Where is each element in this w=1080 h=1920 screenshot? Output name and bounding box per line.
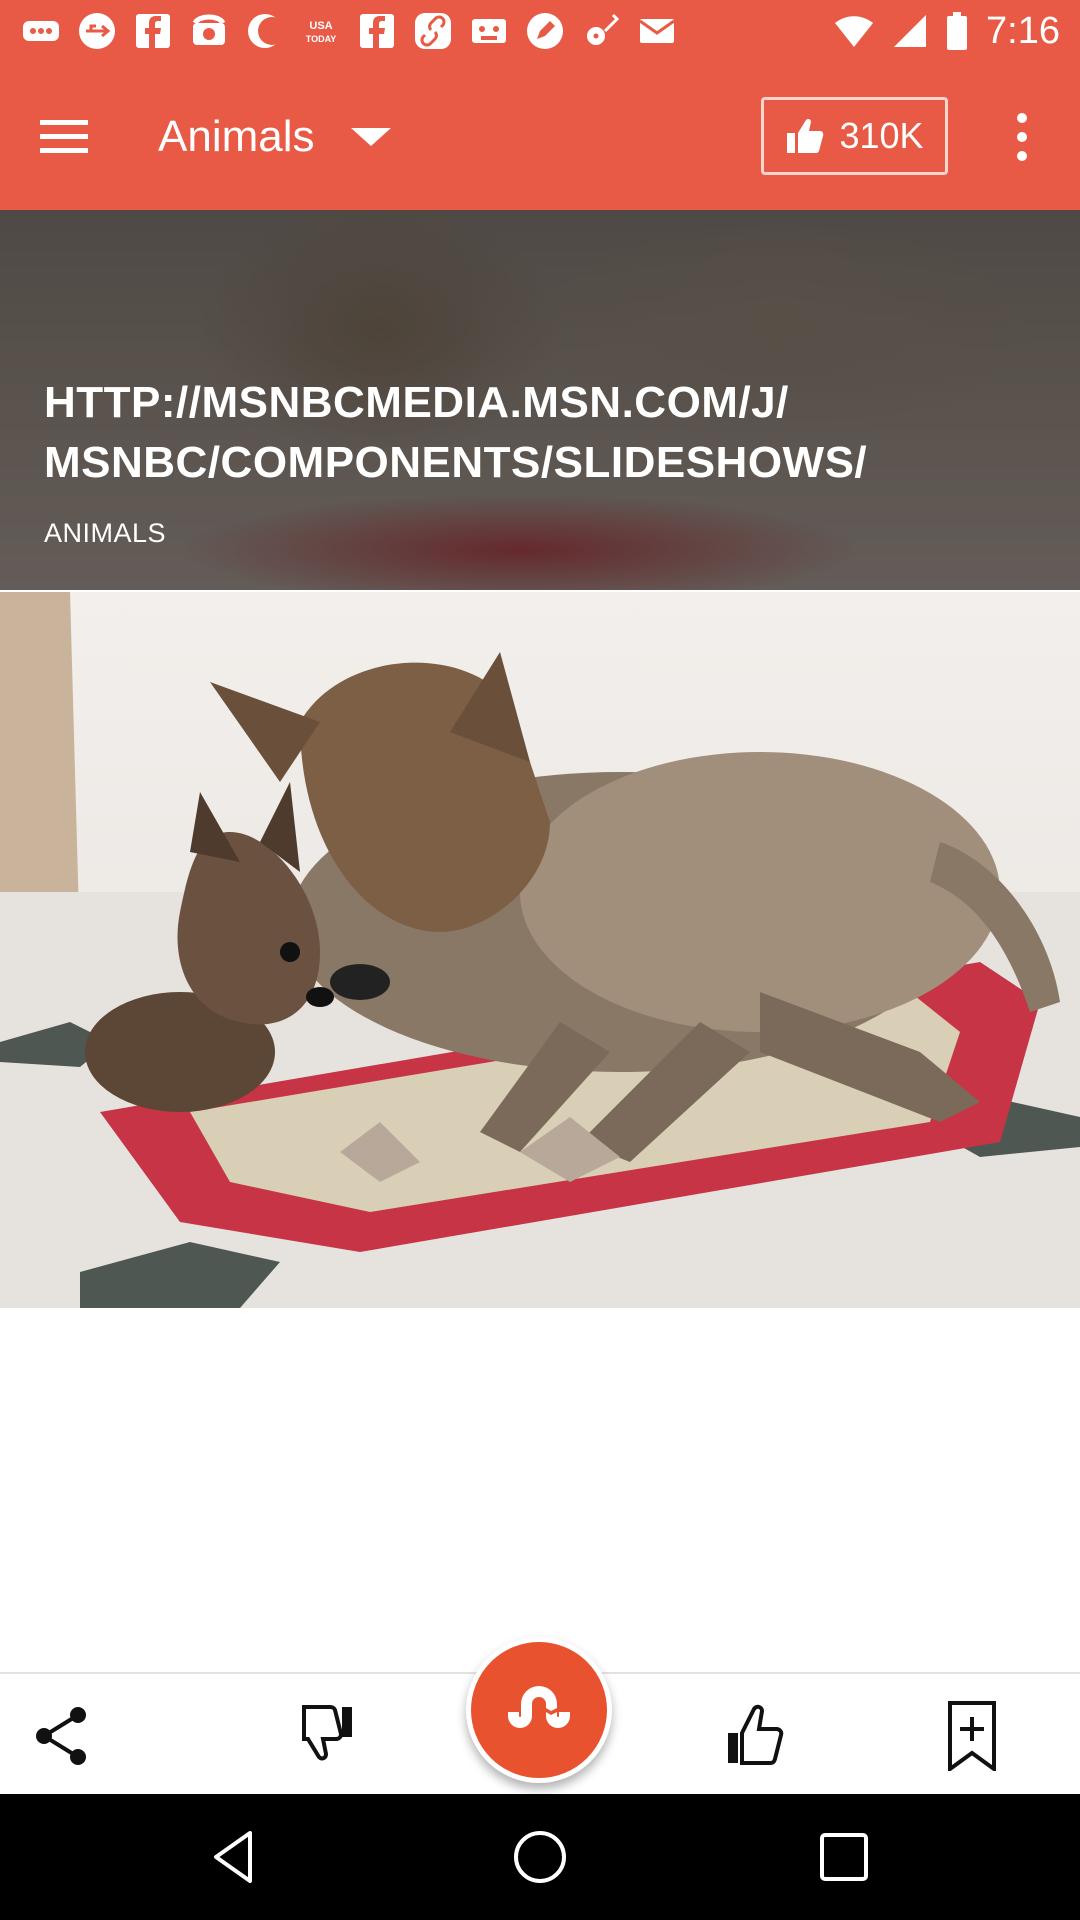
- notification-icons: USA TODAY: [20, 10, 678, 52]
- overflow-menu-button[interactable]: [1004, 102, 1040, 172]
- page-url-line-1: HTTP://MSNBCMEDIA.MSN.COM/J/: [44, 378, 789, 427]
- usb-icon: [76, 10, 118, 52]
- cassette-icon: [468, 10, 510, 52]
- dog-nose: [330, 964, 390, 1000]
- menu-button[interactable]: [40, 108, 96, 164]
- category-label: Animals: [158, 112, 315, 161]
- guitar-icon: [580, 10, 622, 52]
- usa-today-icon: USA TODAY: [300, 10, 342, 52]
- nav-back-button[interactable]: [203, 1824, 269, 1890]
- pencil-icon: [524, 10, 566, 52]
- status-right: 7:16: [834, 10, 1060, 53]
- nav-recents-button[interactable]: [811, 1824, 877, 1890]
- thumbs-down-icon: [302, 1705, 352, 1761]
- signal-icon: [894, 15, 927, 47]
- fawn-nose: [306, 987, 334, 1007]
- moon-icon: [244, 10, 286, 52]
- bookmark-add-button[interactable]: [932, 1696, 1012, 1776]
- bookmark-add-icon: [948, 1701, 996, 1771]
- dislike-button[interactable]: [284, 1696, 364, 1776]
- page-url-title[interactable]: HTTP://MSNBCMEDIA.MSN.COM/J/ MSNBC/COMPO…: [44, 373, 1044, 493]
- svg-text:USA: USA: [309, 20, 332, 32]
- thumbs-up-icon: [728, 1704, 784, 1765]
- chevron-down-icon: [350, 128, 391, 146]
- back-icon: [214, 1831, 252, 1883]
- nav-home-button[interactable]: [507, 1824, 573, 1890]
- menu-icon: [40, 119, 88, 125]
- likes-button[interactable]: 310K: [761, 97, 948, 175]
- thumbs-up-icon: [787, 118, 824, 153]
- stumble-button[interactable]: [466, 1637, 612, 1783]
- phone-icon: [188, 10, 230, 52]
- more-vert-icon: [1017, 113, 1027, 123]
- app-bar: Animals 310K: [0, 62, 1080, 210]
- recents-icon: [820, 1833, 868, 1881]
- header-image: HTTP://MSNBCMEDIA.MSN.COM/J/ MSNBC/COMPO…: [0, 210, 1080, 590]
- more-horiz-icon: [20, 10, 62, 52]
- link-icon: [412, 10, 454, 52]
- like-button[interactable]: [716, 1696, 796, 1776]
- photo-illustration: [0, 592, 1080, 1308]
- svg-text:TODAY: TODAY: [306, 34, 337, 44]
- status-time: 7:16: [986, 9, 1060, 52]
- dog-and-fawn-photo[interactable]: [0, 592, 1080, 1308]
- facebook-icon: [356, 10, 398, 52]
- share-button[interactable]: [22, 1696, 102, 1776]
- category-tag[interactable]: ANIMALS: [44, 518, 166, 549]
- home-icon: [514, 1831, 566, 1883]
- fawn-eye: [280, 942, 300, 962]
- mail-icon: [636, 10, 678, 52]
- system-navigation-bar: [0, 1794, 1080, 1920]
- page-url-line-2: MSNBC/COMPONENTS/SLIDESHOWS/: [44, 438, 868, 487]
- facebook-icon: [132, 10, 174, 52]
- category-dropdown[interactable]: Animals: [158, 102, 391, 172]
- stumble-icon: [508, 1686, 570, 1728]
- likes-count: 310K: [839, 115, 924, 156]
- wifi-icon: [835, 16, 874, 47]
- status-bar: USA TODAY 7:16: [0, 0, 1080, 62]
- content-area: [0, 1308, 1080, 1672]
- battery-icon: [947, 12, 968, 50]
- share-icon: [36, 1707, 86, 1765]
